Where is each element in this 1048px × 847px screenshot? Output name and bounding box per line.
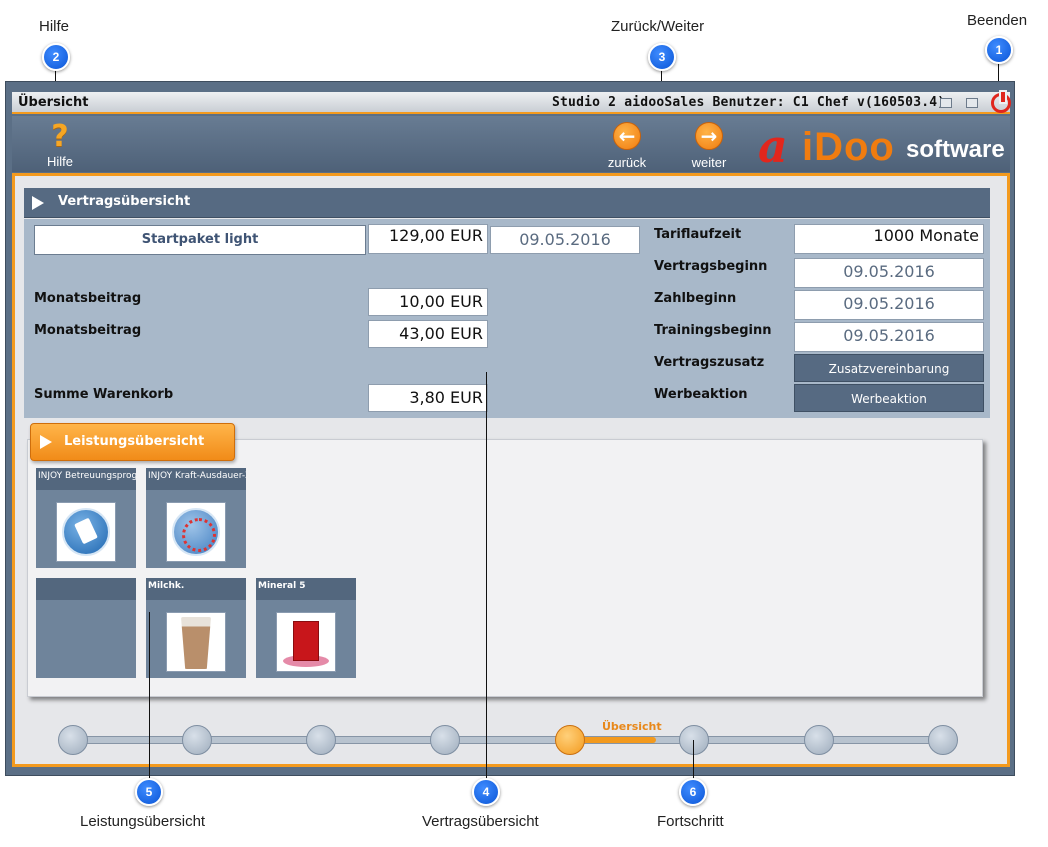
werbeaktion-button[interactable]: Werbeaktion <box>794 384 984 412</box>
package-date-field[interactable]: 09.05.2016 <box>490 226 640 254</box>
maximize-button[interactable] <box>966 98 978 108</box>
tile-caption: Milchk. <box>146 578 246 600</box>
callout-badge-beenden: 1 <box>985 36 1013 64</box>
window-status: Studio 2 aidooSales Benutzer: C1 Chef v(… <box>552 95 946 110</box>
callout-badge-vertrag: 4 <box>472 778 500 806</box>
care-program-icon <box>62 508 110 556</box>
callout-label-leistung: Leistungsübersicht <box>80 813 206 830</box>
progress-active-label: Übersicht <box>602 720 662 733</box>
callout-line-leistung <box>149 612 150 784</box>
logo-mark: a <box>758 119 788 173</box>
progress-step-4[interactable] <box>430 725 460 755</box>
tile-image <box>166 502 226 562</box>
mineral-drink-icon <box>293 621 319 661</box>
tile-image <box>166 612 226 672</box>
services-section-header[interactable]: Leistungsübersicht <box>30 423 235 461</box>
progress-step-2[interactable] <box>182 725 212 755</box>
help-button[interactable]: ? Hilfe <box>38 119 82 170</box>
logo-name: iDoo <box>802 125 895 169</box>
summe-warenkorb-label: Summe Warenkorb <box>34 387 174 402</box>
tile-caption: INJOY Betreuungsprogramm <box>36 468 136 490</box>
tile-caption: INJOY Kraft-Ausdauer-Zirkel <box>146 468 246 490</box>
summe-warenkorb-field[interactable]: 3,80 EUR <box>368 384 488 412</box>
tile-count-badge: 5 <box>299 581 306 591</box>
progress-step-7[interactable] <box>804 725 834 755</box>
contract-section-title: Vertragsübersicht <box>58 194 191 209</box>
services-section-title: Leistungsübersicht <box>64 434 205 449</box>
tile-caption-text: Mineral <box>258 581 297 591</box>
vertragsbeginn-label: Vertragsbeginn <box>654 259 768 274</box>
package-price-field[interactable]: 129,00 EUR <box>368 224 488 254</box>
zahlbeginn-label: Zahlbeginn <box>654 291 737 306</box>
title-bar: Übersicht Studio 2 aidooSales Benutzer: … <box>12 90 1011 114</box>
logo-suffix: software <box>906 136 1005 163</box>
arrow-right-icon: → <box>695 122 723 150</box>
minimize-button[interactable] <box>940 98 952 108</box>
monatsbeitrag-2-label: Monatsbeitrag <box>34 323 142 338</box>
window-title: Übersicht <box>18 95 89 110</box>
callout-label-fortschritt: Fortschritt <box>657 813 724 830</box>
toolbar: ? Hilfe ← zurück → weiter a iDoo softwar… <box>12 116 1010 172</box>
contract-summary-panel: Startpaket light 129,00 EUR 09.05.2016 M… <box>24 219 990 418</box>
package-field[interactable]: Startpaket light <box>34 225 366 255</box>
main-content: Vertragsübersicht Startpaket light 129,0… <box>12 173 1010 767</box>
tariflaufzeit-label: Tariflaufzeit <box>654 227 742 242</box>
tariflaufzeit-field[interactable]: 1000 Monate <box>794 224 984 254</box>
trainingsbeginn-label: Trainingsbeginn <box>654 323 772 338</box>
tile-caption: Mineral 5 <box>256 578 356 600</box>
callout-label-hilfe: Hilfe <box>39 18 70 35</box>
progress-step-6[interactable] <box>679 725 709 755</box>
contract-section-header[interactable]: Vertragsübersicht <box>24 188 990 218</box>
power-icon[interactable] <box>991 90 1011 113</box>
progress-step-3[interactable] <box>306 725 336 755</box>
callout-badge-leistung: 5 <box>135 778 163 806</box>
callout-line-vertrag <box>486 372 487 784</box>
back-button[interactable]: ← zurück <box>604 122 650 170</box>
service-tile-empty[interactable] <box>36 578 136 678</box>
vertragszusatz-label: Vertragszusatz <box>654 355 765 370</box>
app-window: Übersicht Studio 2 aidooSales Benutzer: … <box>5 81 1015 776</box>
tile-caption <box>36 578 136 600</box>
help-icon: ? <box>51 119 69 154</box>
tile-image <box>276 612 336 672</box>
service-tile-betreuung[interactable]: INJOY Betreuungsprogramm <box>36 468 136 568</box>
monatsbeitrag-1-label: Monatsbeitrag <box>34 291 142 306</box>
service-tile-milchk[interactable]: Milchk. <box>146 578 246 678</box>
progress-step-8[interactable] <box>928 725 958 755</box>
forward-button[interactable]: → weiter <box>686 122 732 170</box>
callout-badge-fortschritt: 6 <box>679 778 707 806</box>
arrow-left-icon: ← <box>613 122 641 150</box>
monatsbeitrag-2-field[interactable]: 43,00 EUR <box>368 320 488 348</box>
zusatzvereinbarung-button[interactable]: Zusatzvereinbarung <box>794 354 984 382</box>
callout-label-vertrag: Vertragsübersicht <box>422 813 539 830</box>
circuit-training-icon <box>172 508 220 556</box>
expand-triangle-icon <box>32 196 44 210</box>
expand-triangle-icon <box>40 435 52 449</box>
callout-label-beenden: Beenden <box>967 12 1028 29</box>
monatsbeitrag-1-field[interactable]: 10,00 EUR <box>368 288 488 316</box>
aidoo-logo: a iDoo software <box>756 122 1008 170</box>
callout-label-zurueck-weiter: Zurück/Weiter <box>611 18 705 35</box>
progress-step-1[interactable] <box>58 725 88 755</box>
back-label: zurück <box>607 155 647 170</box>
werbeaktion-label: Werbeaktion <box>654 387 748 402</box>
service-tile-mineral[interactable]: Mineral 5 <box>256 578 356 678</box>
callout-badge-nav: 3 <box>648 43 676 71</box>
progress-step-5-active[interactable] <box>555 725 585 755</box>
forward-label: weiter <box>691 155 727 170</box>
milkshake-icon <box>181 617 211 669</box>
callout-badge-hilfe: 2 <box>42 43 70 71</box>
trainingsbeginn-field[interactable]: 09.05.2016 <box>794 322 984 352</box>
zahlbeginn-field[interactable]: 09.05.2016 <box>794 290 984 320</box>
tile-image <box>56 502 116 562</box>
help-label: Hilfe <box>46 154 73 169</box>
vertragsbeginn-field[interactable]: 09.05.2016 <box>794 258 984 288</box>
service-tile-kraft-ausdauer[interactable]: INJOY Kraft-Ausdauer-Zirkel <box>146 468 246 568</box>
